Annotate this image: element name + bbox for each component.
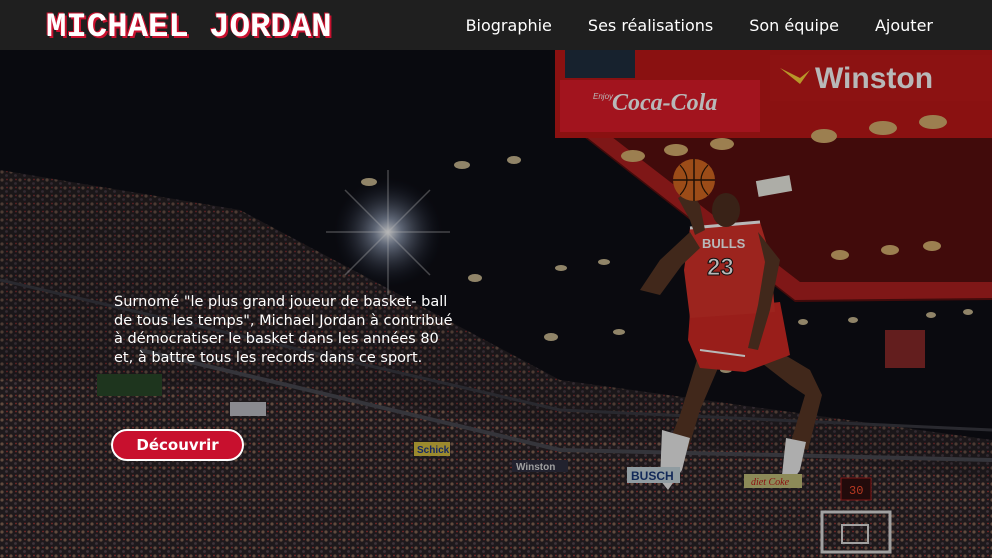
hero-description: Surnomé "le plus grand joueur de basket-…	[114, 294, 453, 366]
site-logo[interactable]: MICHAEL JORDAN	[46, 9, 332, 47]
nav-link-realisations[interactable]: Ses réalisations	[588, 16, 713, 35]
discover-button[interactable]: Découvrir	[111, 429, 244, 461]
hero-section: Enjoy Coca-Cola Winston BULLS 23 Schick …	[0, 50, 992, 558]
nav-link-equipe[interactable]: Son équipe	[749, 16, 839, 35]
main-nav: Biographie Ses réalisations Son équipe A…	[466, 0, 933, 50]
nav-link-biographie[interactable]: Biographie	[466, 16, 552, 35]
nav-link-ajouter[interactable]: Ajouter	[875, 16, 933, 35]
navbar: MICHAEL JORDAN Biographie Ses réalisatio…	[0, 0, 992, 50]
